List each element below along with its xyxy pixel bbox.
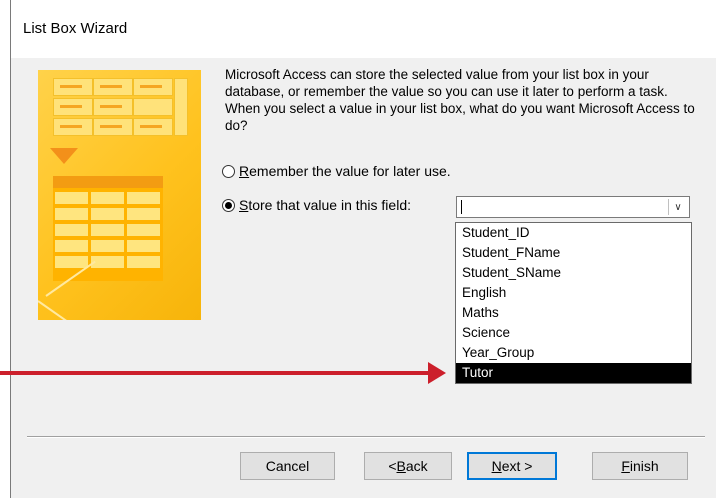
wizard-illustration bbox=[38, 70, 201, 320]
text-caret bbox=[461, 200, 462, 214]
annotation-arrow-icon bbox=[428, 362, 446, 384]
finish-button-mnemonic: F bbox=[621, 458, 630, 474]
remember-value-option[interactable]: Remember the value for later use. bbox=[222, 163, 451, 179]
store-option-label: Store that value in this field: bbox=[239, 197, 411, 213]
down-arrow-icon bbox=[50, 148, 78, 164]
list-item[interactable]: Science bbox=[456, 323, 691, 343]
store-value-option[interactable]: Store that value in this field: bbox=[222, 197, 411, 213]
cancel-button[interactable]: Cancel bbox=[240, 452, 335, 480]
back-button-mnemonic: B bbox=[396, 458, 406, 474]
list-item[interactable]: Student_FName bbox=[456, 243, 691, 263]
divider bbox=[27, 436, 705, 438]
next-button[interactable]: Next > bbox=[467, 452, 557, 480]
list-item-selected[interactable]: Tutor bbox=[456, 363, 691, 383]
remember-radio-button[interactable] bbox=[222, 164, 235, 178]
next-button-rest: ext > bbox=[501, 458, 533, 474]
wizard-description: Microsoft Access can store the selected … bbox=[225, 67, 695, 133]
store-radio-button[interactable] bbox=[222, 198, 235, 212]
chevron-down-icon[interactable]: ∨ bbox=[668, 199, 687, 215]
next-button-mnemonic: N bbox=[491, 458, 502, 474]
back-button-rest: ack bbox=[405, 458, 428, 474]
list-box-wizard-dialog: List Box Wizard Microsoft Access can sto… bbox=[10, 0, 716, 498]
field-combo-box[interactable]: ∨ bbox=[456, 196, 690, 218]
finish-button-rest: inish bbox=[629, 458, 659, 474]
dialog-title: List Box Wizard bbox=[23, 20, 128, 37]
back-button-prefix: < bbox=[388, 458, 397, 474]
list-item[interactable]: English bbox=[456, 283, 691, 303]
remember-option-label: Remember the value for later use. bbox=[239, 163, 451, 179]
field-dropdown-list[interactable]: Student_ID Student_FName Student_SName E… bbox=[455, 222, 692, 384]
list-item[interactable]: Student_ID bbox=[456, 223, 691, 243]
list-item[interactable]: Maths bbox=[456, 303, 691, 323]
back-button[interactable]: < Back bbox=[364, 452, 452, 480]
finish-button[interactable]: Finish bbox=[592, 452, 688, 480]
list-item[interactable]: Year_Group bbox=[456, 343, 691, 363]
annotation-arrow-line bbox=[0, 371, 430, 375]
list-item[interactable]: Student_SName bbox=[456, 263, 691, 283]
title-bar[interactable]: List Box Wizard bbox=[11, 0, 716, 58]
